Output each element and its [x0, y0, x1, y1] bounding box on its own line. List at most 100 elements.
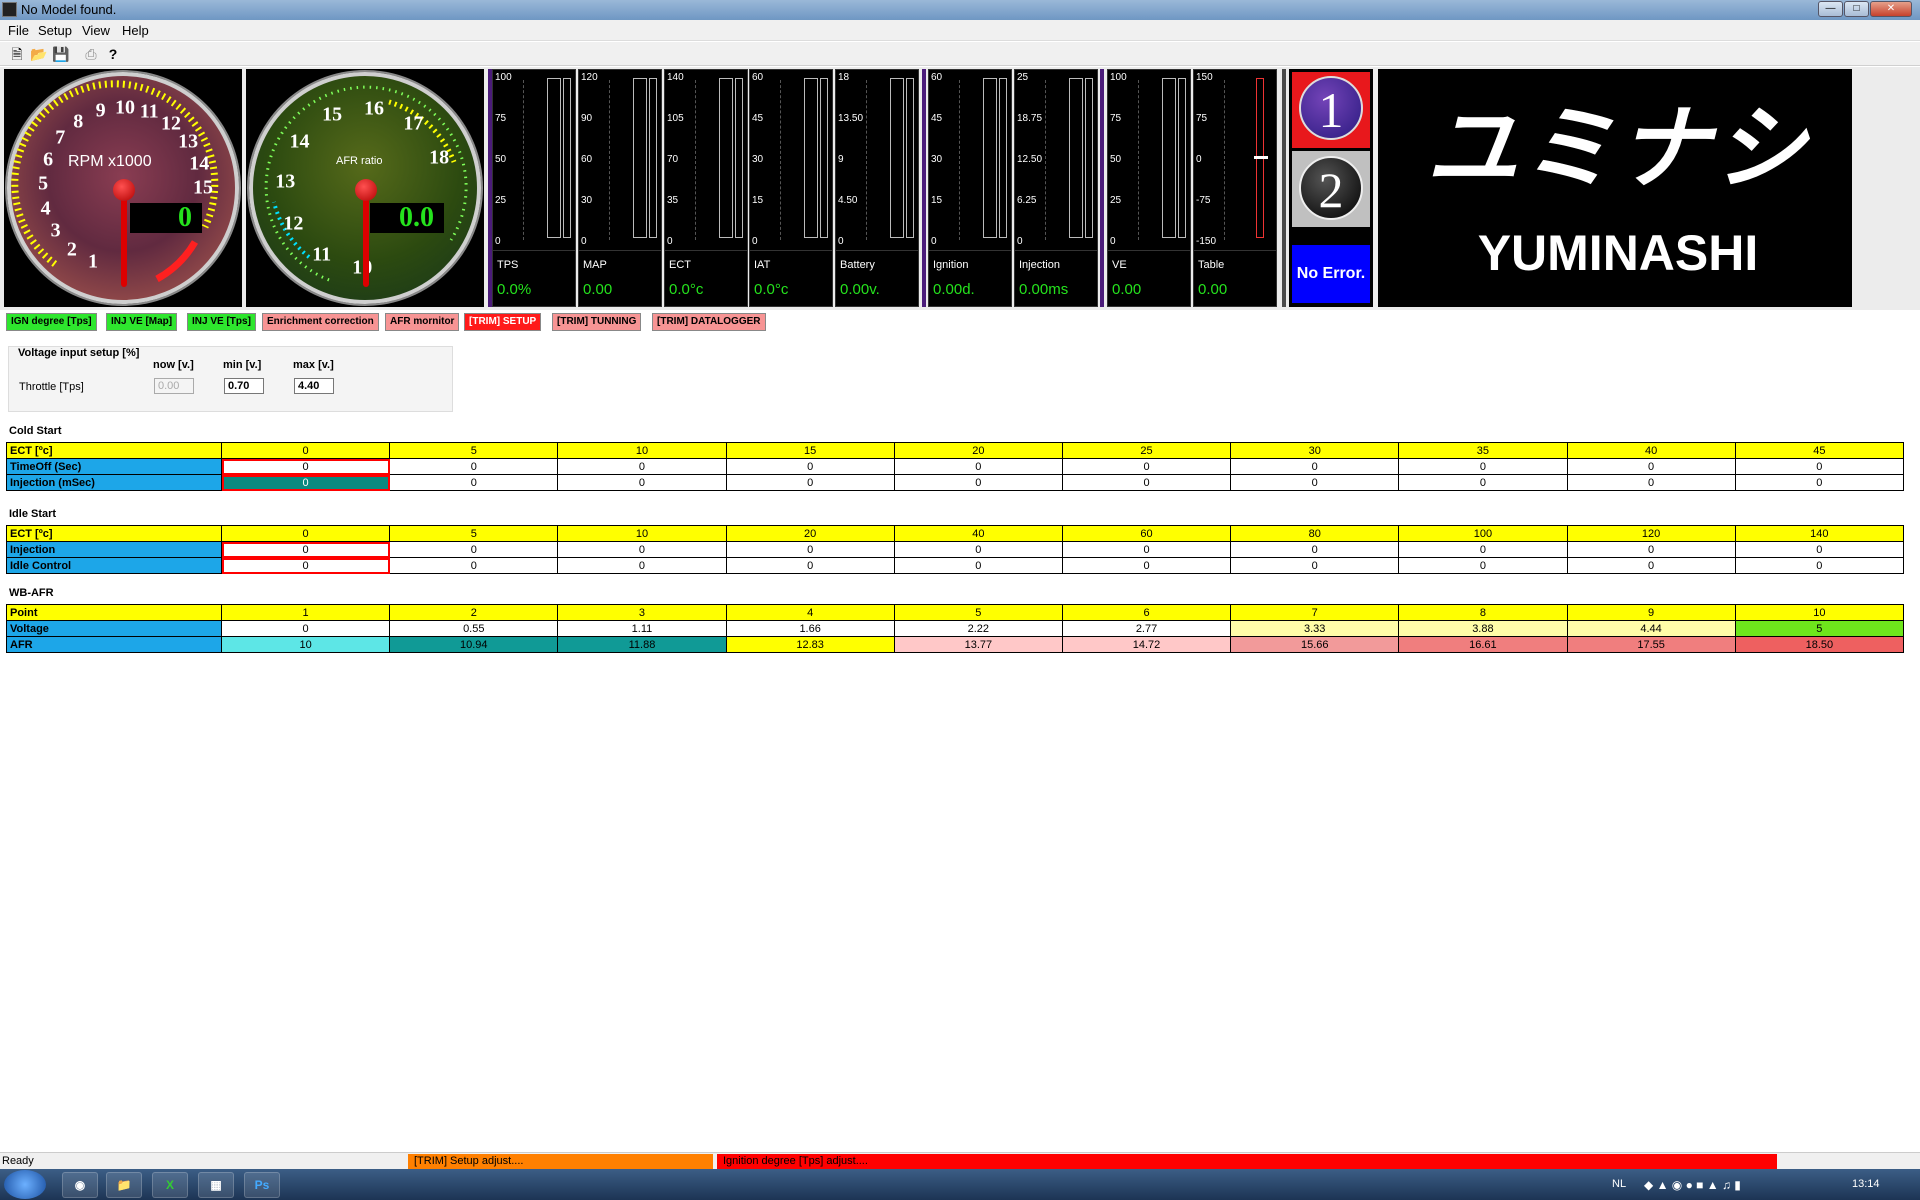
bar-tube	[633, 78, 647, 238]
maximize-button[interactable]: □	[1844, 1, 1869, 17]
open-folder-icon[interactable]: 📂	[30, 45, 48, 63]
table-cell[interactable]: 17.55	[1566, 636, 1736, 653]
table-cell[interactable]: 0	[1061, 458, 1232, 475]
throttle-min-field[interactable]: 0.70	[224, 378, 264, 394]
table-cell[interactable]: 0	[557, 474, 727, 491]
menu-view[interactable]: View	[82, 23, 110, 38]
menu-setup[interactable]: Setup	[38, 23, 72, 38]
bar-tick: 0	[752, 236, 758, 247]
table-cell[interactable]: 0	[1230, 557, 1400, 574]
table-cell[interactable]: 0	[1061, 541, 1232, 558]
table-cell[interactable]: 0	[1230, 541, 1400, 558]
table-cell[interactable]: 0	[725, 458, 895, 475]
language-indicator[interactable]: NL	[1612, 1178, 1626, 1190]
tab-inj-ve-map[interactable]: INJ VE [Map]	[106, 313, 178, 331]
table-cell[interactable]: 0	[220, 620, 391, 637]
table-cell[interactable]: 0	[893, 541, 1063, 558]
table-cell[interactable]: 0	[725, 541, 895, 558]
column-header-cell: 10	[557, 442, 727, 459]
table-cell[interactable]: 5	[1734, 620, 1905, 637]
table-cell[interactable]: 0	[1230, 474, 1400, 491]
tab-ign-degree-tps[interactable]: IGN degree [Tps]	[6, 313, 97, 331]
photoshop-icon[interactable]: Ps	[244, 1172, 280, 1198]
table-cell[interactable]: 0	[1734, 557, 1905, 574]
chrome-icon[interactable]: ◉	[62, 1172, 98, 1198]
menu-file[interactable]: File	[8, 23, 29, 38]
table-cell[interactable]: 0	[1398, 458, 1568, 475]
table-cell[interactable]: 18.50	[1734, 636, 1905, 653]
table-cell[interactable]: 0	[1398, 541, 1568, 558]
new-file-icon[interactable]: 🗎	[8, 45, 26, 63]
table-cell[interactable]: 0	[557, 557, 727, 574]
ecu-app-icon[interactable]: ▦	[198, 1172, 234, 1198]
table-row: Injection 0 0 0 0 0 0 0 0 0 0	[6, 541, 1905, 558]
table-cell[interactable]: 0	[557, 458, 727, 475]
table-cell[interactable]: 13.77	[893, 636, 1063, 653]
table-cell[interactable]: 1.66	[725, 620, 895, 637]
table-row: Point 1 2 3 4 5 6 7 8 9 10	[6, 604, 1905, 621]
table-cell[interactable]: 3.88	[1398, 620, 1568, 637]
save-icon[interactable]: 💾	[52, 45, 70, 63]
voltage-setup-title: Voltage input setup [%]	[18, 347, 140, 359]
table-cell[interactable]: 2.77	[1061, 620, 1232, 637]
close-button[interactable]: ✕	[1870, 1, 1912, 17]
table-cell[interactable]: 0	[220, 474, 391, 491]
table-cell[interactable]: 14.72	[1061, 636, 1232, 653]
table-cell[interactable]: 0	[389, 557, 559, 574]
rpm-number: 8	[73, 110, 84, 133]
tab-trim-tunning[interactable]: [TRIM] TUNNING	[552, 313, 642, 331]
tab-inj-ve-tps[interactable]: INJ VE [Tps]	[187, 313, 256, 331]
table-cell[interactable]: 3.33	[1230, 620, 1400, 637]
tab-trim-datalogger[interactable]: [TRIM] DATALOGGER	[652, 313, 766, 331]
help-icon[interactable]: ?	[104, 45, 122, 63]
table-cell[interactable]: 0	[557, 541, 727, 558]
table-cell[interactable]: 0	[1230, 458, 1400, 475]
table-cell[interactable]: 12.83	[725, 636, 895, 653]
explorer-folder-icon[interactable]: 📁	[106, 1172, 142, 1198]
menu-help[interactable]: Help	[122, 23, 149, 38]
table-cell[interactable]: 0	[1734, 474, 1905, 491]
table-cell[interactable]: 0	[1566, 458, 1736, 475]
table-cell[interactable]: 0	[893, 474, 1063, 491]
table-cell[interactable]: 0	[1398, 474, 1568, 491]
table-cell[interactable]: 1.11	[557, 620, 727, 637]
table-cell[interactable]: 0	[725, 474, 895, 491]
bar-tick-marks	[1045, 80, 1065, 240]
print-icon[interactable]: ⎙	[82, 45, 100, 63]
tray-icons[interactable]: ◆ ▲ ◉ ● ■ ▲ ♫ ▮	[1644, 1178, 1741, 1192]
table-cell[interactable]: 0	[1061, 557, 1232, 574]
table-cell[interactable]: 0	[725, 557, 895, 574]
table-cell[interactable]: 0	[389, 541, 559, 558]
table-cell[interactable]: 0.55	[389, 620, 559, 637]
table-cell[interactable]: 0	[1734, 458, 1905, 475]
table-cell[interactable]: 10	[220, 636, 391, 653]
bar-separator	[1108, 250, 1190, 251]
table-cell[interactable]: 2.22	[893, 620, 1063, 637]
table-cell[interactable]: 0	[1061, 474, 1232, 491]
minimize-button[interactable]: —	[1818, 1, 1843, 17]
table-cell[interactable]: 0	[220, 557, 391, 574]
throttle-max-field[interactable]: 4.40	[294, 378, 334, 394]
table-cell[interactable]: 0	[1398, 557, 1568, 574]
tab-afr-mornitor[interactable]: AFR mornitor	[385, 313, 460, 331]
table-cell[interactable]: 0	[220, 458, 391, 475]
table-cell[interactable]: 0	[1566, 541, 1736, 558]
table-cell[interactable]: 0	[1566, 557, 1736, 574]
table-cell[interactable]: 0	[1566, 474, 1736, 491]
tab-enrichment-correction[interactable]: Enrichment correction	[262, 313, 379, 331]
tab-trim-setup[interactable]: [TRIM] SETUP	[464, 313, 542, 331]
table-cell[interactable]: 15.66	[1230, 636, 1400, 653]
table-cell[interactable]: 0	[893, 458, 1063, 475]
table-cell[interactable]: 16.61	[1398, 636, 1568, 653]
table-cell[interactable]: 11.88	[557, 636, 727, 653]
table-cell[interactable]: 0	[1734, 541, 1905, 558]
table-cell[interactable]: 10.94	[389, 636, 559, 653]
table-cell[interactable]: 0	[389, 458, 559, 475]
start-button[interactable]	[4, 1170, 46, 1199]
table-cell[interactable]: 4.44	[1566, 620, 1736, 637]
excel-icon[interactable]: X	[152, 1172, 188, 1198]
bar-tube	[890, 78, 904, 238]
table-cell[interactable]: 0	[389, 474, 559, 491]
table-cell[interactable]: 0	[220, 541, 391, 558]
table-cell[interactable]: 0	[893, 557, 1063, 574]
